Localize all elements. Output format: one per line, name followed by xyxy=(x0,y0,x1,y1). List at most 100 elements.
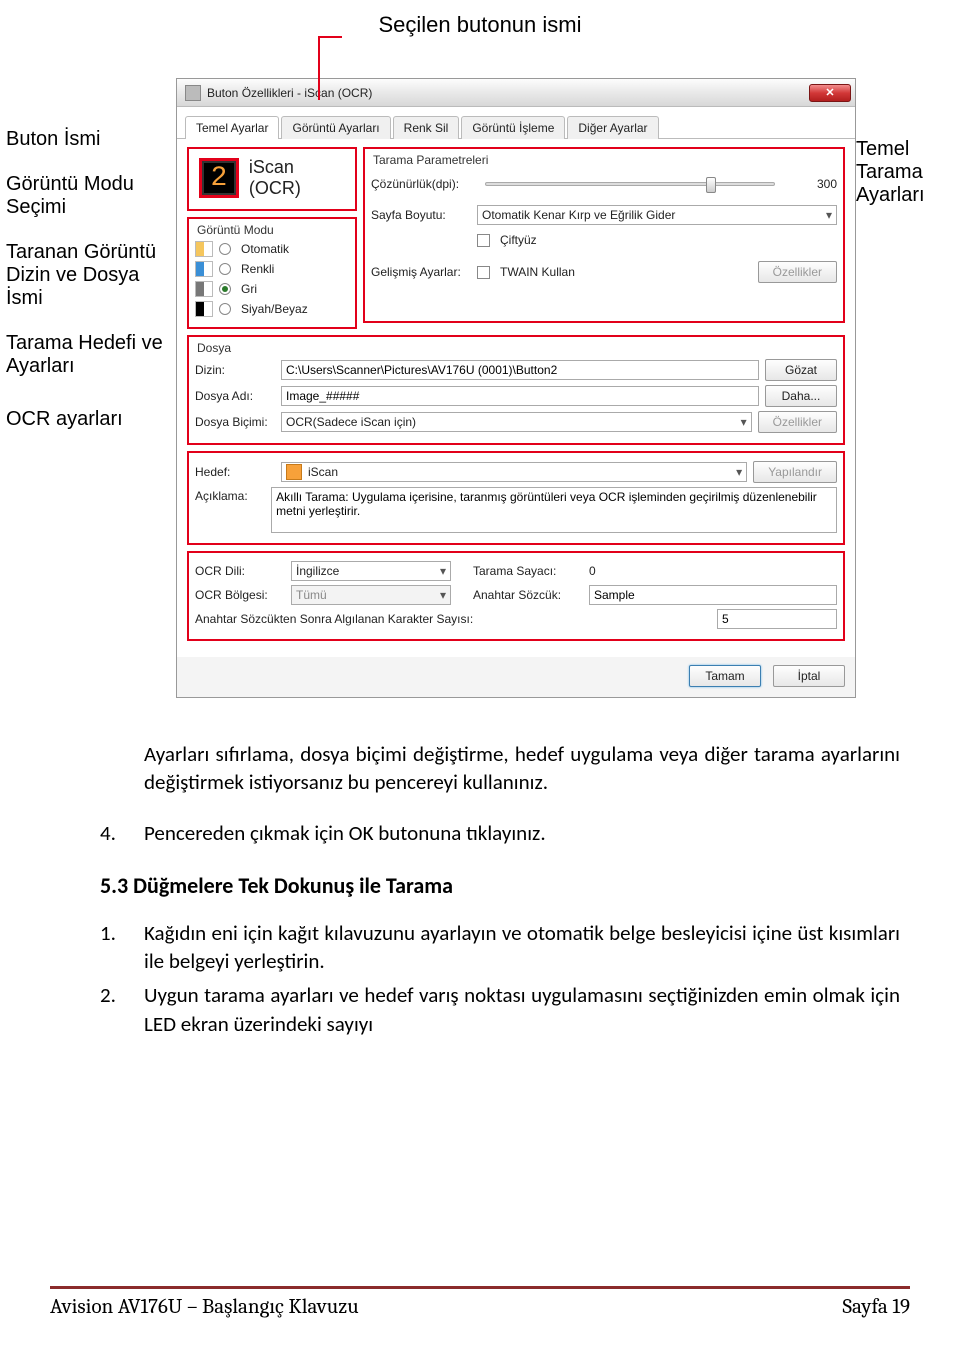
configure-button[interactable]: Yapılandır xyxy=(753,461,837,483)
annotation-basic-scan-settings: Temel Tarama Ayarları xyxy=(856,138,946,207)
dir-input[interactable] xyxy=(281,360,759,380)
radio-otomatik-label: Otomatik xyxy=(241,242,289,256)
group-scan-parameters: Tarama Parametreleri Çözünürlük(dpi): 30… xyxy=(363,147,845,323)
footer-right: Sayfa 19 xyxy=(842,1295,910,1319)
auto-mode-icon xyxy=(195,241,213,257)
window-title: Buton Özellikleri - iScan (OCR) xyxy=(207,86,372,100)
scan-count-value: 0 xyxy=(589,564,837,578)
resolution-slider[interactable] xyxy=(485,182,775,186)
ocr-zone-label: OCR Bölgesi: xyxy=(195,588,285,602)
list-item: 1. Kağıdın eni için kağıt kılavuzunu aya… xyxy=(100,919,900,976)
iscan-icon xyxy=(286,464,302,480)
page-footer: Avision AV176U – Başlangıç Klavuzu Sayfa… xyxy=(50,1286,910,1319)
tabstrip: Temel Ayarlar Görüntü Ayarları Renk Sil … xyxy=(177,107,855,139)
image-mode-label: Görüntü Modu xyxy=(195,223,349,237)
annotation-button-name: Buton İsmi xyxy=(6,128,176,151)
resolution-value: 300 xyxy=(789,177,837,191)
footer-left: Avision AV176U – Başlangıç Klavuzu xyxy=(50,1295,359,1319)
twain-checkbox[interactable] xyxy=(477,266,490,279)
keyword-input[interactable] xyxy=(589,585,837,605)
list-text-1: Kağıdın eni için kağıt kılavuzunu ayarla… xyxy=(144,919,900,976)
more-button[interactable]: Daha... xyxy=(765,385,837,407)
page-size-select[interactable]: Otomatik Kenar Kırp ve Eğrilik Gider xyxy=(477,205,837,225)
cancel-button[interactable]: İptal xyxy=(773,665,845,687)
duplex-label: Çiftyüz xyxy=(500,233,537,247)
titlebar: Buton Özellikleri - iScan (OCR) ✕ xyxy=(177,79,855,107)
format-value: OCR(Sadece iScan için) xyxy=(286,413,416,431)
resolution-label: Çözünürlük(dpi): xyxy=(371,177,471,191)
ocr-zone-value: Tümü xyxy=(296,586,327,604)
hedef-select[interactable]: iScan xyxy=(281,462,747,482)
bw-mode-icon xyxy=(195,301,213,317)
list-num-1: 1. xyxy=(100,919,144,976)
format-select[interactable]: OCR(Sadece iScan için) xyxy=(281,412,752,432)
body-paragraph: Ayarları sıfırlama, dosya biçimi değişti… xyxy=(100,740,900,797)
slider-thumb[interactable] xyxy=(706,177,716,193)
tab-temel-ayarlar[interactable]: Temel Ayarlar xyxy=(185,116,279,139)
format-properties-button[interactable]: Özellikler xyxy=(758,411,837,433)
color-mode-icon xyxy=(195,261,213,277)
filename-input[interactable] xyxy=(281,386,759,406)
gray-mode-icon xyxy=(195,281,213,297)
radio-siyah-beyaz[interactable] xyxy=(219,303,231,315)
close-icon: ✕ xyxy=(825,86,834,99)
tab-diger-ayarlar[interactable]: Diğer Ayarlar xyxy=(567,116,658,139)
properties-button[interactable]: Özellikler xyxy=(758,261,837,283)
ocr-lang-value: İngilizce xyxy=(296,562,339,580)
radio-renkli[interactable] xyxy=(219,263,231,275)
ocr-zone-select[interactable]: Tümü xyxy=(291,585,451,605)
ok-button[interactable]: Tamam xyxy=(689,665,761,687)
hedef-value: iScan xyxy=(308,463,338,481)
browse-button[interactable]: Gözat xyxy=(765,359,837,381)
right-annotations: Temel Tarama Ayarları xyxy=(856,44,946,207)
group-image-mode: Görüntü Modu Otomatik Renkli Gri Siyah/B… xyxy=(187,217,357,329)
ocr-lang-label: OCR Dili: xyxy=(195,564,285,578)
tab-goruntu-ayarlari[interactable]: Görüntü Ayarları xyxy=(281,116,390,139)
radio-otomatik[interactable] xyxy=(219,243,231,255)
desc-textarea[interactable]: Akıllı Tarama: Uygulama içerisine, taran… xyxy=(271,487,837,533)
body-text: Ayarları sıfırlama, dosya biçimi değişti… xyxy=(0,698,960,1038)
app-icon xyxy=(185,85,201,101)
tab-renk-sil[interactable]: Renk Sil xyxy=(393,116,460,139)
group-ocr: OCR Dili: İngilizce Tarama Sayacı: 0 OCR… xyxy=(187,551,845,641)
twain-label: TWAIN Kullan xyxy=(500,265,752,279)
annotation-selected-button-name: Seçilen butonun ismi xyxy=(0,0,960,38)
list-num-2: 2. xyxy=(100,981,144,1038)
annotation-image-mode: Görüntü Modu Seçimi xyxy=(6,173,176,219)
duplex-checkbox[interactable] xyxy=(477,234,490,247)
tab-goruntu-isleme[interactable]: Görüntü İşleme xyxy=(461,116,565,139)
section-heading: 5.3 Düğmelere Tek Dokunuş ile Tarama xyxy=(100,871,900,901)
dialog-window: Buton Özellikleri - iScan (OCR) ✕ Temel … xyxy=(176,78,856,698)
page-size-value: Otomatik Kenar Kırp ve Eğrilik Gider xyxy=(482,206,675,224)
page-size-label: Sayfa Boyutu: xyxy=(371,208,471,222)
chars-after-input[interactable] xyxy=(717,609,837,629)
list-item: 2. Uygun tarama ayarları ve hedef varış … xyxy=(100,981,900,1038)
group-target: Hedef: iScan Yapılandır Açıklama: Akıllı… xyxy=(187,451,845,545)
radio-gri[interactable] xyxy=(219,283,231,295)
filename-label: Dosya Adı: xyxy=(195,389,275,403)
annotation-target: Tarama Hedefi ve Ayarları xyxy=(6,332,176,378)
scan-count-label: Tarama Sayacı: xyxy=(473,564,583,578)
ocr-lang-select[interactable]: İngilizce xyxy=(291,561,451,581)
radio-gri-label: Gri xyxy=(241,282,257,296)
left-annotations: Buton İsmi Görüntü Modu Seçimi Taranan G… xyxy=(6,44,176,453)
chars-after-label: Anahtar Sözcükten Sonra Algılanan Karakt… xyxy=(195,612,711,626)
dir-label: Dizin: xyxy=(195,363,275,377)
dialog-footer: Tamam İptal xyxy=(177,657,855,697)
item4-number: 4. xyxy=(100,819,144,847)
radio-renkli-label: Renkli xyxy=(241,262,274,276)
hedef-label: Hedef: xyxy=(195,465,275,479)
tab-panel: 2 iScan (OCR) Görüntü Modu Otomatik Renk… xyxy=(177,139,855,657)
list-text-2: Uygun tarama ayarları ve hedef varış nok… xyxy=(144,981,900,1038)
button-number-icon: 2 xyxy=(199,158,239,198)
format-label: Dosya Biçimi: xyxy=(195,415,275,429)
advanced-label: Gelişmiş Ayarlar: xyxy=(371,265,471,279)
connector-line xyxy=(318,36,320,100)
scan-params-label: Tarama Parametreleri xyxy=(371,153,837,167)
keyword-label: Anahtar Sözcük: xyxy=(473,588,583,602)
close-button[interactable]: ✕ xyxy=(809,84,851,102)
desc-label: Açıklama: xyxy=(195,487,265,503)
radio-siyah-beyaz-label: Siyah/Beyaz xyxy=(241,302,308,316)
button-name-text: iScan (OCR) xyxy=(249,157,345,199)
annotation-file: Taranan Görüntü Dizin ve Dosya İsmi xyxy=(6,241,176,310)
